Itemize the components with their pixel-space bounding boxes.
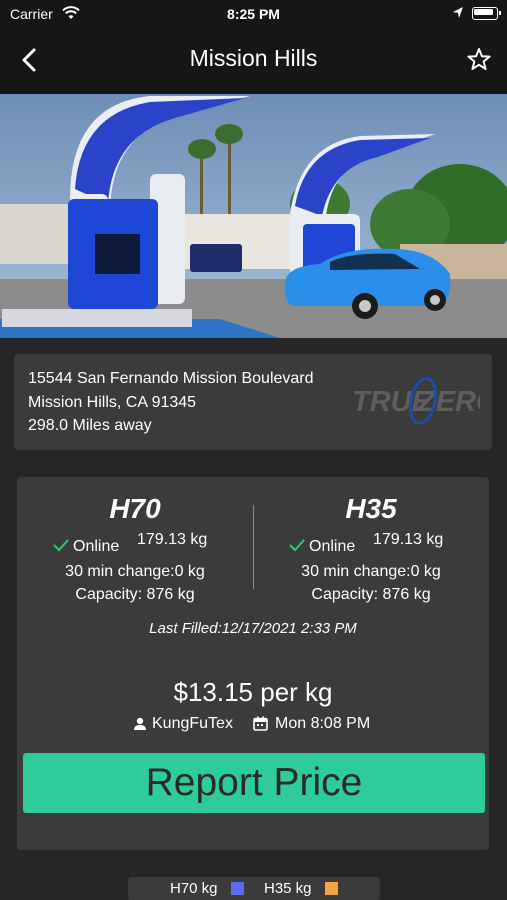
distance-label: 298.0 Miles away	[28, 417, 152, 434]
legend-h35-swatch	[325, 882, 338, 895]
address-card: 15544 San Fernando Mission Boulevard Mis…	[14, 354, 492, 450]
h70-status: Online	[73, 538, 120, 555]
chart-legend: H70 kg H35 kg	[128, 877, 380, 900]
price-reporter-row: KungFuTex Mon 8:08 PM	[17, 715, 489, 735]
price-label: $13.15 per kg	[173, 677, 333, 707]
h35-status: Online	[309, 538, 356, 555]
legend-h70-label: H70 kg	[170, 880, 218, 897]
checkmark-icon	[289, 539, 305, 552]
fuel-info-card: H70 Online 179.13 kg 30 min change:0 kg …	[17, 477, 489, 850]
address-line-2: Mission Hills, CA 91345	[28, 394, 197, 411]
svg-text:ZERO: ZERO	[417, 386, 480, 418]
h70-capacity: Capacity: 876 kg	[75, 586, 195, 603]
address-line-1: 15544 San Fernando Mission Boulevard	[28, 370, 314, 387]
h70-grade-label: H70	[109, 493, 161, 524]
last-filled: Last Filled:12/17/2021 2:33 PM	[149, 620, 357, 637]
reported-time: Mon 8:08 PM	[275, 715, 371, 732]
station-photo	[0, 94, 507, 338]
user-icon	[134, 717, 146, 730]
reporter-name: KungFuTex	[152, 715, 233, 732]
nav-bar: Mission Hills	[0, 28, 507, 94]
location-arrow-icon	[453, 7, 463, 18]
legend-h70-swatch	[231, 882, 244, 895]
report-price-button[interactable]: Report Price	[23, 753, 485, 813]
legend-h35-label: H35 kg	[264, 880, 312, 897]
brand-logo: TRUE ZERO	[352, 376, 480, 424]
h35-capacity: Capacity: 876 kg	[311, 586, 431, 603]
h35-grade-label: H35	[345, 493, 397, 524]
h35-amount: 179.13 kg	[373, 531, 444, 548]
clock: 8:25 PM	[227, 6, 280, 22]
h70-change: 30 min change:0 kg	[65, 563, 205, 580]
h35-change: 30 min change:0 kg	[301, 563, 441, 580]
status-bar: Carrier 8:25 PM	[0, 0, 507, 28]
checkmark-icon	[53, 539, 69, 552]
calendar-icon	[253, 716, 268, 731]
h70-amount: 179.13 kg	[137, 531, 208, 548]
page-title: Mission Hills	[189, 45, 318, 71]
battery-icon	[472, 7, 501, 20]
star-icon[interactable]	[465, 44, 493, 76]
